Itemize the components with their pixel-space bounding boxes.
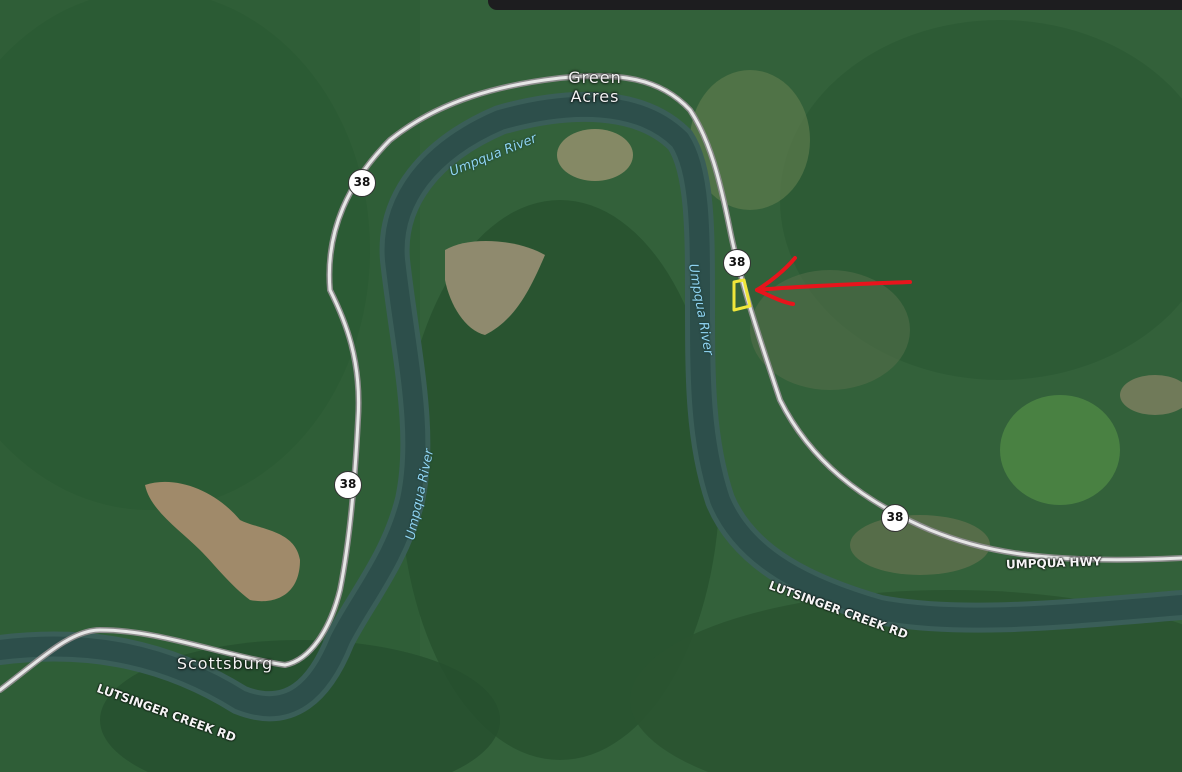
place-label-green-acres: Green Acres <box>556 68 634 106</box>
route-38-shield-1[interactable]: 38 <box>348 169 376 197</box>
place-label-scottsburg: Scottsburg <box>176 654 274 673</box>
window-top-bar <box>488 0 1182 10</box>
route-38-shield-2[interactable]: 38 <box>723 249 751 277</box>
green-acres-line2: Acres <box>570 87 620 106</box>
route-38-shield-4[interactable]: 38 <box>881 504 909 532</box>
green-acres-line1: Green <box>568 68 622 87</box>
route-38-shield-3[interactable]: 38 <box>334 471 362 499</box>
